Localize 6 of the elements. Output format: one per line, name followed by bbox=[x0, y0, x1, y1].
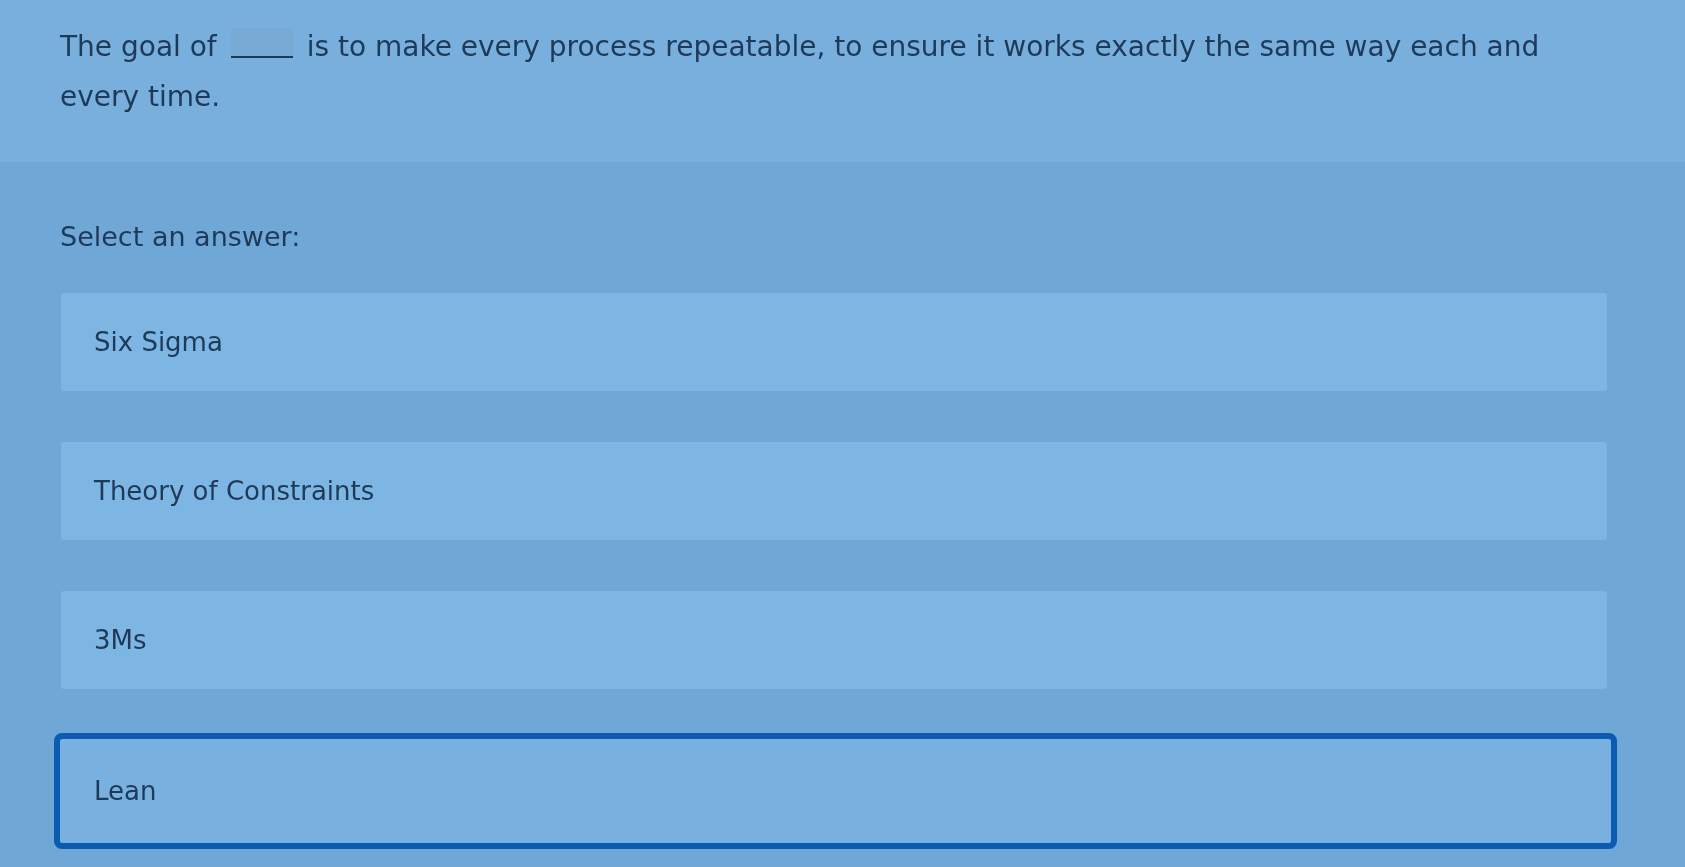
answer-option[interactable]: 3Ms bbox=[61, 591, 1607, 689]
question-text: The goal of is to make every process repeatable, to ensure it works exactly the same way each and every time. bbox=[60, 27, 1541, 115]
answer-option[interactable]: Theory of Constraints bbox=[61, 442, 1607, 540]
answer-option[interactable]: Lean bbox=[54, 733, 1617, 849]
answer-option[interactable]: Six Sigma bbox=[61, 293, 1607, 391]
prompt-text: Select an answer: bbox=[60, 220, 301, 254]
